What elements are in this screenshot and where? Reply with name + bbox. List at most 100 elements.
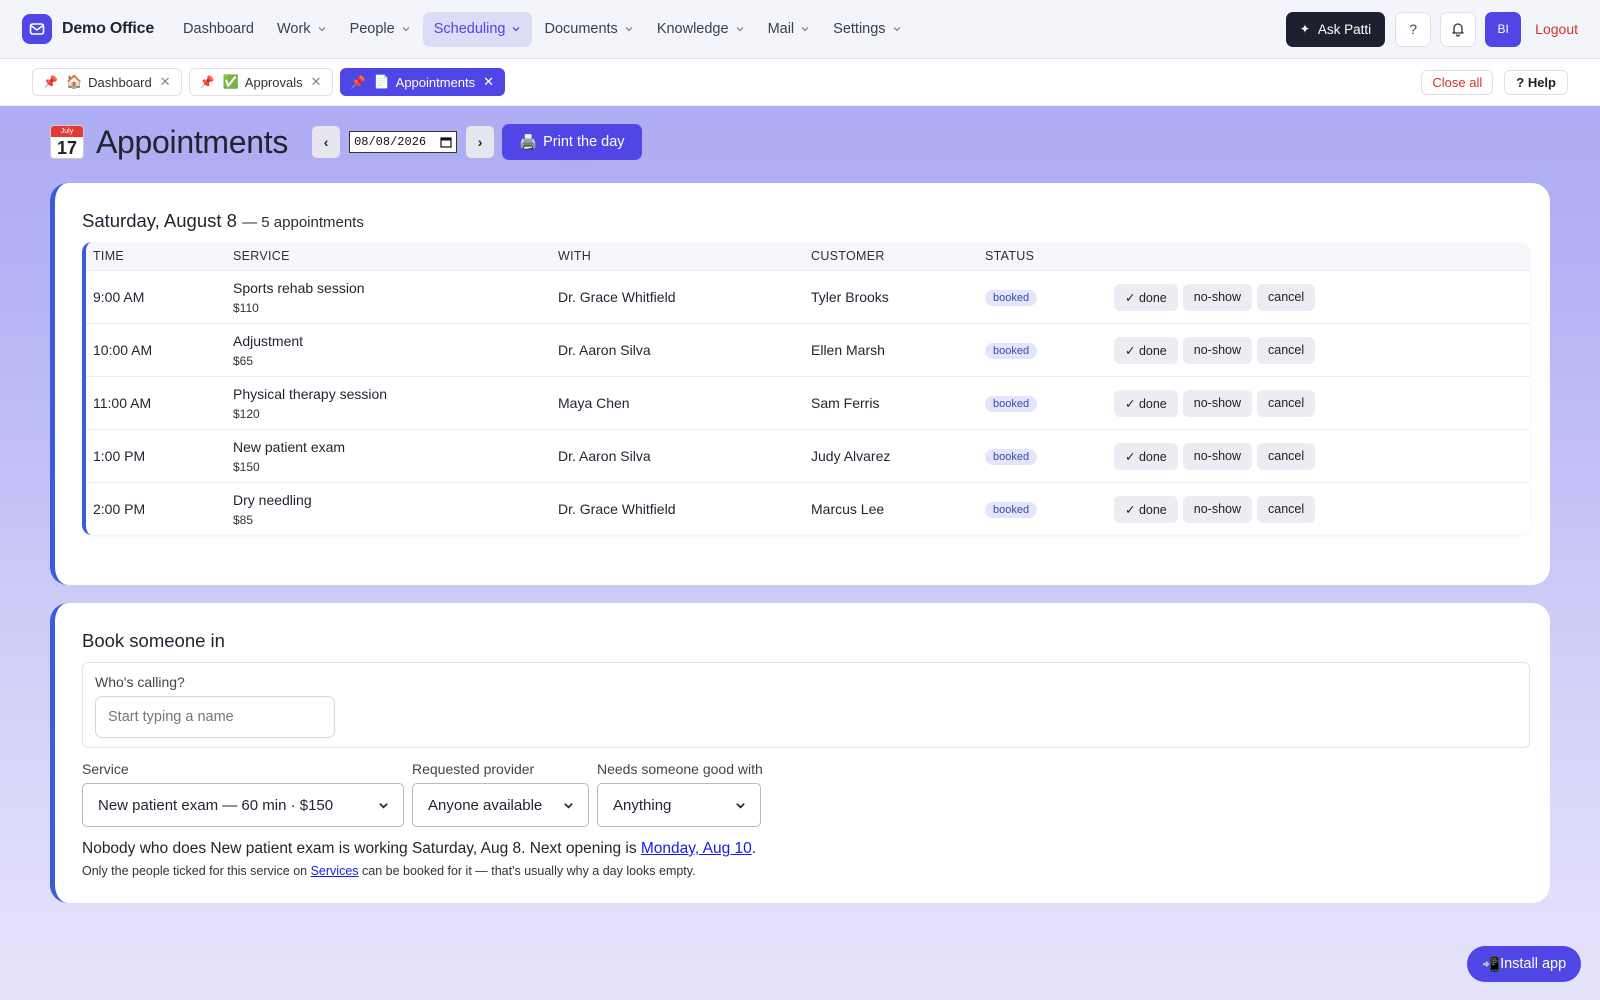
avatar-initials: BI [1497,22,1509,36]
ask-patti-button[interactable]: ✦ Ask Patti [1285,11,1386,47]
mark-no-show-button[interactable]: no-show [1182,283,1253,311]
open-tabs-bar: 📌 🏠 Dashboard ✕ 📌 ✅ Approvals ✕ 📌 📄 Appointments ✕ … [0,59,1600,106]
mark-no-show-button[interactable]: no-show [1182,389,1253,417]
nav-item-mail[interactable]: Mail [757,12,822,47]
nav-item-label: Work [276,21,311,37]
nav-item-scheduling[interactable]: Scheduling [422,11,533,47]
booking-card: Book someone in Who's calling? Start typ… [50,603,1550,903]
tab-dashboard[interactable]: 📌 🏠 Dashboard ✕ [32,68,182,96]
mark-no-show-button[interactable]: no-show [1182,336,1253,364]
chevron-down-icon [402,27,410,32]
printer-icon: 🖨️ [519,134,538,151]
column-header: TIME [93,249,125,263]
chevron-down-icon [513,27,520,32]
page-title: Appointments [96,123,289,160]
table-row: 10:00 AM Adjustment $65 Dr. Aaron Silva Elle… [86,323,1530,376]
column-header: CUSTOMER [811,249,885,263]
caller-placeholder: Start typing a name [108,709,234,725]
service-cell: New patient exam $150 [233,439,558,474]
provider-select[interactable]: Anyone available [412,783,589,827]
tab-label: Appointments [395,74,476,90]
cancel-appointment-button[interactable]: cancel [1257,389,1316,417]
service-select[interactable]: New patient exam — 60 min · $150 [82,783,404,827]
mark-done-button[interactable]: ✓ done [1114,336,1178,364]
caller-search-input[interactable]: Start typing a name [95,696,335,738]
logout-link[interactable]: Logout [1535,21,1578,37]
row-actions: ✓ done no-show cancel [1114,283,1320,311]
customer-name: Marcus Lee [811,501,885,517]
status-badge: booked [985,290,1038,306]
close-tab-icon[interactable]: ✕ [483,74,494,90]
pin-icon[interactable]: 📌 [351,75,366,89]
nav-item-work[interactable]: Work [266,12,338,47]
mark-no-show-button[interactable]: no-show [1182,495,1253,523]
help-label: ? [1409,21,1418,37]
status-cell: booked [985,394,1114,412]
chevron-down-icon [736,27,744,32]
nav-item-label: Settings [833,21,886,37]
cancel-appointment-button[interactable]: cancel [1257,442,1316,470]
service-price: $110 [233,300,259,315]
nav-item-settings[interactable]: Settings [822,12,912,47]
caller-label: Who's calling? [95,674,185,690]
cancel-appointment-button[interactable]: cancel [1257,336,1316,364]
help-page-button[interactable]: ? Help [1504,69,1568,95]
brand-name: Demo Office [62,20,155,37]
phone-icon: 📲 [1482,956,1501,973]
availability-notice: Nobody who does New patient exam is work… [82,840,757,857]
close-tab-icon[interactable]: ✕ [311,74,322,90]
day-label: Saturday, August 8 [82,210,237,231]
brand[interactable]: Demo Office [22,14,154,44]
skill-label: Needs someone good with [597,761,763,777]
ask-patti-label: Ask Patti [1317,21,1372,37]
chevron-down-icon [318,27,326,32]
service-label: Service [82,761,129,777]
status-badge: booked [985,502,1038,518]
help-button[interactable]: ? [1395,11,1432,47]
calendar-picker-icon[interactable] [440,136,452,148]
appointment-count: — 5 appointments [242,214,364,231]
nav-item-people[interactable]: People [339,12,422,47]
skill-select[interactable]: Anything [597,783,761,827]
tab-approvals[interactable]: 📌 ✅ Approvals ✕ [188,68,333,96]
avatar[interactable]: BI [1485,11,1522,47]
next-day-button[interactable]: › [466,126,495,158]
previous-day-button[interactable]: ‹ [312,126,341,158]
print-day-button[interactable]: 🖨️ Print the day [502,124,642,160]
close-tab-icon[interactable]: ✕ [160,74,171,90]
next-opening-link[interactable]: Monday, Aug 10 [641,840,752,857]
service-name: Dry needling [233,491,312,508]
column-header: WITH [558,249,592,263]
sparkle-icon: ✦ [1299,22,1310,36]
nav-item-dashboard[interactable]: Dashboard [172,12,265,47]
chevron-down-icon [625,27,633,32]
nav-item-knowledge[interactable]: Knowledge [646,12,756,47]
mark-done-button[interactable]: ✓ done [1114,283,1178,311]
close-all-button[interactable]: Close all [1421,69,1494,95]
provider-name: Dr. Aaron Silva [558,342,651,358]
pin-icon[interactable]: 📌 [43,75,58,89]
row-actions: ✓ done no-show cancel [1114,442,1320,470]
services-hint: Only the people ticked for this service … [82,864,696,878]
mark-done-button[interactable]: ✓ done [1114,442,1178,470]
mark-done-button[interactable]: ✓ done [1114,495,1178,523]
install-app-button[interactable]: 📲 Install app [1467,946,1582,982]
chevron-down-icon [379,802,388,809]
cancel-appointment-button[interactable]: cancel [1257,495,1316,523]
service-cell: Adjustment $65 [233,333,558,368]
main-menu: Dashboard Work People Scheduling Documents Kn… [172,11,914,47]
notifications-button[interactable] [1440,11,1477,47]
nav-item-documents[interactable]: Documents [533,12,644,47]
services-link[interactable]: Services [311,864,359,878]
mail-logo-icon [22,14,52,44]
mark-no-show-button[interactable]: no-show [1182,442,1253,470]
pin-icon[interactable]: 📌 [200,75,215,89]
appointments-table: TIME SERVICE WITH CUSTOMER STATUS 9:00 AM Spo… [82,242,1530,535]
nav-item-label: Documents [544,21,618,37]
mark-done-button[interactable]: ✓ done [1114,389,1178,417]
tab-appointments[interactable]: 📌 📄 Appointments ✕ [339,68,506,96]
date-input[interactable]: 08/08/2026 [349,131,458,153]
skill-value: Anything [613,796,672,814]
chevron-down-icon [801,27,809,32]
cancel-appointment-button[interactable]: cancel [1257,283,1316,311]
